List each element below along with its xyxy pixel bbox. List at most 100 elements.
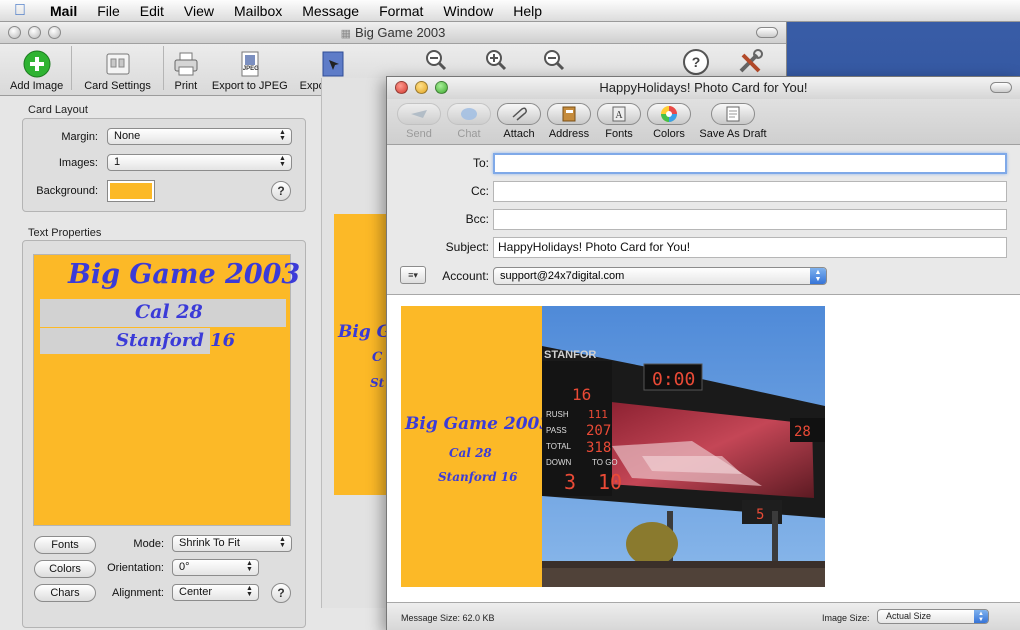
attach-button[interactable]: Attach — [497, 103, 541, 140]
fonts-toolbar-button[interactable]: A Fonts — [597, 103, 641, 140]
minimize-button[interactable] — [28, 26, 41, 39]
canvas-card-score1: C — [372, 350, 383, 365]
margin-select[interactable]: None ▲ ▼ — [107, 128, 292, 145]
background-label: Background: — [36, 185, 98, 197]
mode-select[interactable]: Shrink To Fit ▲ ▼ — [172, 535, 292, 552]
send-button[interactable]: Send — [397, 103, 441, 140]
chevron-updown-icon: ▲ ▼ — [279, 129, 286, 142]
account-label: Account: — [442, 269, 489, 283]
cc-label: Cc: — [471, 184, 489, 198]
save-draft-label: Save As Draft — [699, 128, 767, 140]
save-draft-button[interactable]: Save As Draft — [697, 103, 769, 140]
help-icon[interactable]: ? — [682, 48, 710, 79]
address-label: Address — [548, 128, 590, 140]
to-field[interactable] — [493, 153, 1007, 174]
paperclip-icon — [497, 103, 541, 125]
close-button[interactable] — [8, 26, 21, 39]
svg-text:?: ? — [692, 54, 701, 70]
card-layout-help-button[interactable]: ? — [271, 181, 291, 201]
card-score-cal-text: Cal 28 — [449, 446, 492, 460]
attach-label: Attach — [503, 128, 535, 140]
bcc-field[interactable] — [493, 209, 1007, 230]
preview-score-cal-text: Cal 28 — [135, 301, 203, 323]
menu-message[interactable]: Message — [292, 3, 369, 19]
menu-help[interactable]: Help — [503, 3, 552, 19]
subject-field[interactable]: HappyHolidays! Photo Card for You! — [493, 237, 1007, 258]
image-size-label: Image Size: — [822, 613, 870, 623]
toolbar-separator — [71, 46, 73, 90]
editor-titlebar: ▦ Big Game 2003 — [0, 22, 786, 44]
apple-menu-icon[interactable]:  — [0, 2, 40, 20]
card-settings-label: Card Settings — [84, 80, 151, 92]
menu-window[interactable]: Window — [433, 3, 503, 19]
toolbar-toggle-button[interactable] — [756, 27, 778, 38]
canvas-card-score2: St — [370, 376, 385, 390]
menu-mailbox[interactable]: Mailbox — [224, 3, 292, 19]
header-options-button[interactable]: ≡▾ — [400, 266, 426, 284]
image-size-select[interactable]: Actual Size ▲ ▼ — [877, 609, 989, 624]
scoreboard-bottom-number: 5 — [756, 507, 764, 523]
menu-edit[interactable]: Edit — [130, 3, 174, 19]
compose-window: HappyHolidays! Photo Card for You! Send … — [386, 76, 1020, 630]
toolbar-toggle-button[interactable] — [990, 82, 1012, 93]
print-label: Print — [174, 80, 198, 92]
close-button[interactable] — [395, 81, 408, 94]
tools-icon[interactable] — [736, 48, 764, 79]
menu-app-mail[interactable]: Mail — [40, 3, 87, 19]
colors-button[interactable]: Colors — [34, 560, 96, 578]
scoreboard-down-label: DOWN — [546, 458, 572, 467]
address-button[interactable]: Address — [547, 103, 591, 140]
alignment-value: Center — [179, 586, 213, 598]
orientation-select[interactable]: 0° ▲ ▼ — [172, 559, 259, 576]
menu-file[interactable]: File — [87, 3, 130, 19]
orientation-value: 0° — [179, 561, 190, 573]
scoreboard-pass-value: 207 — [586, 423, 611, 439]
print-button[interactable]: Print — [166, 50, 206, 92]
toolbar-separator — [162, 46, 164, 90]
scoreboard-togo-value: 10 — [598, 470, 622, 494]
margin-label: Margin: — [61, 131, 98, 143]
account-select[interactable]: support@24x7digital.com ▲ ▼ — [493, 267, 827, 285]
chevron-updown-icon: ▲ ▼ — [279, 536, 286, 549]
chevron-updown-icon: ▲ ▼ — [279, 155, 286, 168]
fonts-button[interactable]: Fonts — [34, 536, 96, 554]
add-image-label: Add Image — [10, 80, 64, 92]
compose-titlebar: HappyHolidays! Photo Card for You! — [387, 77, 1020, 99]
chat-button[interactable]: Chat — [447, 103, 491, 140]
menu-format[interactable]: Format — [369, 3, 433, 19]
export-jpeg-button[interactable]: JPEG Export to JPEG — [206, 50, 294, 92]
chars-button[interactable]: Chars — [34, 584, 96, 602]
canvas-card-preview[interactable]: Big G C St — [334, 214, 394, 495]
cc-field[interactable] — [493, 181, 1007, 202]
zoom-in-icon[interactable] — [484, 48, 508, 75]
zoom-out-small-icon[interactable] — [424, 48, 448, 75]
text-properties-help-button[interactable]: ? — [271, 583, 291, 603]
scoreboard-yards: 16 — [572, 385, 591, 404]
menu-view[interactable]: View — [174, 3, 224, 19]
images-select[interactable]: 1 ▲ ▼ — [107, 154, 292, 171]
jpeg-badge: JPEG — [242, 66, 259, 72]
minimize-button[interactable] — [415, 81, 428, 94]
alignment-label: Alignment: — [112, 587, 164, 599]
zoom-button[interactable] — [48, 26, 61, 39]
message-body[interactable]: Big Game 2003 Cal 28 Stanford 16 STANFOR… — [387, 295, 1020, 602]
add-icon — [23, 50, 51, 78]
zoom-out-icon[interactable] — [542, 48, 566, 75]
card-settings-button[interactable]: Card Settings — [74, 50, 161, 92]
scoreboard-total-label: TOTAL — [546, 442, 572, 451]
bcc-label: Bcc: — [465, 212, 489, 226]
zoom-button[interactable] — [435, 81, 448, 94]
colors-toolbar-button[interactable]: Colors — [647, 103, 691, 140]
photo-card-attachment[interactable]: Big Game 2003 Cal 28 Stanford 16 STANFOR… — [401, 306, 825, 587]
to-label: To: — [472, 156, 489, 170]
export-jpeg-label: Export to JPEG — [211, 80, 288, 92]
alignment-select[interactable]: Center ▲ ▼ — [172, 584, 259, 601]
window-title: Big Game 2003 — [355, 25, 446, 40]
text-preview-area[interactable]: Big Game 2003 Cal 28 Stanford 16 — [33, 254, 300, 526]
compose-toolbar: Send Chat Attach Address A Fonts Colors … — [387, 99, 1020, 145]
preview-score-stanford-text: Stanford 16 — [116, 330, 236, 351]
add-image-button[interactable]: Add Image — [4, 50, 69, 92]
background-color-swatch[interactable] — [107, 180, 155, 202]
compose-headers: To: Cc: Bcc: Subject: HappyHolidays! Pho… — [387, 145, 1020, 295]
card-settings-icon — [104, 50, 132, 78]
